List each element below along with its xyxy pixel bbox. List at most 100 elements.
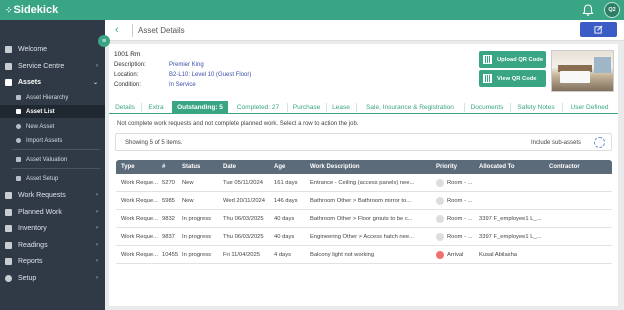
dashboard-icon [5, 45, 12, 53]
chevron-right-icon: › [96, 258, 98, 264]
tab-outstanding[interactable]: Outstanding: 5 [172, 101, 228, 114]
description-value[interactable]: Premier King [169, 62, 204, 68]
upload-qr-button[interactable]: Upload QR Code [479, 51, 546, 68]
table-row[interactable]: Work Reque... 5985 New Wed 20/11/2024 14… [116, 192, 612, 210]
column-header-priority[interactable]: Priority [436, 164, 457, 170]
app-logo[interactable]: ⁘ Sidekick [5, 4, 58, 16]
sidebar-item-reports[interactable]: Reports › [0, 254, 105, 268]
sidebar-subitem-asset-hierarchy[interactable]: Asset Hierarchy [0, 91, 105, 104]
cell-type: Work Reque... [121, 252, 158, 258]
sidebar-subitem-asset-list[interactable]: Asset List [0, 105, 105, 118]
cell-number: 5270 [162, 180, 175, 186]
gear-icon [5, 274, 12, 282]
sidebar-item-welcome[interactable]: Welcome [0, 42, 105, 56]
list-icon [16, 109, 21, 114]
cell-date: Thu 06/03/2025 [223, 216, 264, 222]
table-header: Type # Status Date Age Work Description … [116, 160, 612, 174]
column-header-date[interactable]: Date [223, 164, 236, 170]
include-sub-assets-toggle[interactable] [594, 137, 605, 148]
sidebar-item-service-centre[interactable]: Service Centre › [0, 59, 105, 73]
calendar-icon [5, 208, 12, 216]
table-row[interactable]: Work Reque... 10455 In progress Fri 11/0… [116, 246, 612, 264]
sidebar-subitem-new-asset[interactable]: New Asset [0, 120, 105, 133]
asset-photo[interactable] [551, 50, 614, 92]
cell-status: New [182, 198, 194, 204]
sidebar-item-assets[interactable]: Assets ⌄ [0, 75, 105, 89]
tab-description: Not complete work requests and not compl… [117, 121, 359, 127]
sidebar-item-label: Inventory [18, 224, 47, 232]
cell-priority: Room - ... [447, 216, 473, 222]
condition-value: In Service [169, 82, 196, 88]
tab-details[interactable]: Details [109, 101, 141, 114]
column-header-status[interactable]: Status [182, 164, 200, 170]
sidebar-subitem-label: Asset Hierarchy [26, 94, 69, 101]
column-header-contractor[interactable]: Contractor [549, 164, 580, 170]
sidebar-subitem-label: Asset List [26, 108, 55, 115]
table-row[interactable]: Work Reque... 5270 New Tue 05/11/2024 16… [116, 174, 612, 192]
column-header-work-description[interactable]: Work Description [310, 164, 360, 170]
sidebar-item-label: Welcome [18, 45, 48, 53]
menu-icon: ≡ [101, 37, 107, 45]
tab-lease[interactable]: Lease [327, 101, 355, 114]
view-qr-button[interactable]: View QR Code [479, 70, 546, 87]
app-name: Sidekick [13, 4, 59, 16]
page-header: ‹ Asset Details [105, 20, 624, 41]
edit-button[interactable] [580, 22, 617, 37]
priority-dot [436, 233, 444, 241]
cell-date: Wed 20/11/2024 [223, 198, 266, 204]
valuation-icon [16, 157, 21, 162]
sidebar-item-setup[interactable]: Setup › [0, 271, 105, 285]
tab-documents[interactable]: Documents [465, 101, 509, 114]
upload-qr-label: Upload QR Code [497, 56, 544, 63]
qr-code-icon [483, 74, 492, 83]
cell-age: 40 days [274, 234, 295, 240]
sidebar-item-label: Assets [18, 78, 41, 86]
column-header-number[interactable]: # [162, 164, 165, 170]
priority-dot [436, 197, 444, 205]
bell-icon[interactable] [581, 3, 595, 17]
table-row[interactable]: Work Reque... 9832 In progress Thu 06/03… [116, 210, 612, 228]
priority-dot [436, 251, 444, 259]
photo-window [594, 57, 611, 73]
page-title: Asset Details [138, 26, 185, 35]
sidebar-subitem-asset-setup[interactable]: Asset Setup [0, 172, 105, 185]
readings-icon [5, 241, 12, 249]
sidebar: Welcome Service Centre › Assets ⌄ Asset … [0, 20, 105, 310]
sidebar-subitem-asset-valuation[interactable]: Asset Valuation [0, 153, 105, 166]
collapse-sidebar-button[interactable]: ≡ [98, 35, 110, 47]
assets-icon [5, 78, 12, 86]
sidebar-item-readings[interactable]: Readings › [0, 238, 105, 252]
tab-purchase[interactable]: Purchase [288, 101, 325, 114]
divider [12, 168, 100, 169]
column-header-type[interactable]: Type [121, 164, 135, 170]
chevron-left-icon[interactable]: ‹ [115, 24, 119, 36]
asset-details-panel: 1001 Rm Description: Premier King Locati… [109, 44, 618, 306]
table-row[interactable]: Work Reque... 9837 In progress Thu 06/03… [116, 228, 612, 246]
tab-safety-notes[interactable]: Safety Notes [511, 101, 561, 114]
sidebar-subitem-import-assets[interactable]: Import Assets [0, 134, 105, 147]
column-header-age[interactable]: Age [274, 164, 285, 170]
cell-allocated: Kusal Abilasha [479, 252, 518, 258]
tab-completed[interactable]: Completed: 27 [230, 101, 286, 114]
cell-number: 9837 [162, 234, 175, 240]
tab-sale-insurance-registration[interactable]: Sale, Insurance & Registration [357, 101, 463, 114]
tab-user-defined[interactable]: User Defined [563, 101, 616, 114]
headset-icon [5, 62, 12, 70]
sidebar-item-label: Readings [18, 241, 48, 249]
chevron-down-icon: ⌄ [92, 79, 98, 86]
sidebar-item-inventory[interactable]: Inventory › [0, 221, 105, 235]
sidebar-item-work-requests[interactable]: Work Requests › [0, 188, 105, 202]
sidebar-item-label: Setup [18, 274, 37, 282]
location-value[interactable]: B2-L10: Level 10 (Guest Floor) [169, 72, 251, 78]
qr-code-icon [483, 55, 492, 64]
cell-priority: Room - ... [447, 198, 473, 204]
tab-extra[interactable]: Extra [142, 101, 170, 114]
user-avatar[interactable]: Q2 [604, 2, 620, 18]
sidebar-item-label: Service Centre [18, 62, 65, 70]
cell-allocated: 3397 F_employee1 L_... [479, 216, 542, 222]
cell-type: Work Reque... [121, 234, 158, 240]
column-header-allocated-to[interactable]: Allocated To [479, 164, 515, 170]
sidebar-item-planned-work[interactable]: Planned Work › [0, 205, 105, 219]
priority-dot [436, 215, 444, 223]
cell-description: Balcony light not working [310, 252, 375, 258]
